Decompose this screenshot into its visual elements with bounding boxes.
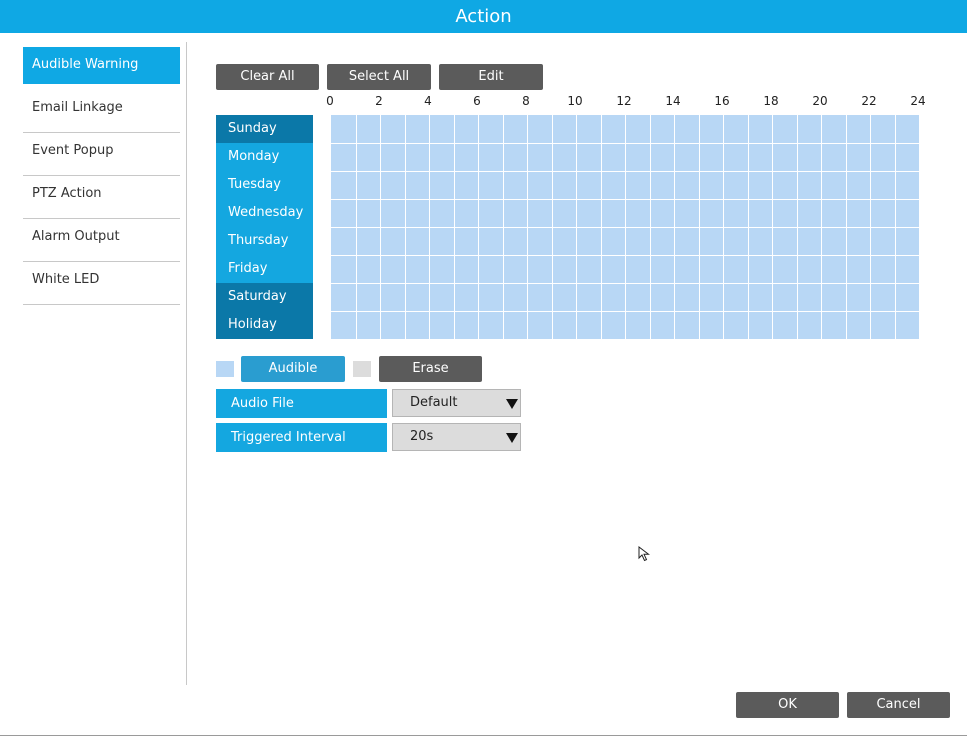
sidebar-divider [186,42,187,685]
day-friday[interactable]: Friday [216,255,313,283]
grid-row-line [331,311,919,312]
day-monday[interactable]: Monday [216,143,313,171]
grid-row-line [331,143,919,144]
sidebar-item-white-led[interactable]: White LED [23,262,180,305]
audio-file-label: Audio File [216,389,387,418]
hour-label: 22 [861,94,877,108]
window-title: Action [455,6,512,27]
day-wednesday[interactable]: Wednesday [216,199,313,227]
grid-row-line [331,171,919,172]
bottom-divider [0,735,967,736]
hour-label: 2 [375,94,383,108]
hour-label: 16 [714,94,730,108]
triggered-interval-label: Triggered Interval [216,423,387,452]
hour-label: 18 [763,94,779,108]
day-holiday[interactable]: Holiday [216,311,313,339]
sidebar-item-alarm-output[interactable]: Alarm Output [23,219,180,262]
cancel-button[interactable]: Cancel [847,692,950,718]
dropdown-arrow-icon [506,433,518,443]
grid-row-line [331,255,919,256]
sidebar-item-ptz-action[interactable]: PTZ Action [23,176,180,219]
sidebar: Audible Warning Email Linkage Event Popu… [23,47,180,305]
schedule-grid[interactable] [331,115,919,339]
audible-color-swatch [216,361,234,377]
audio-file-select[interactable]: Default [392,389,521,417]
grid-row-line [331,199,919,200]
hour-label: 12 [616,94,632,108]
sidebar-item-email-linkage[interactable]: Email Linkage [23,90,180,133]
erase-color-swatch [353,361,371,377]
hour-scale: 0 2 4 6 8 10 12 14 16 18 20 22 24 [326,94,930,110]
hour-label: 6 [473,94,481,108]
hour-label: 10 [567,94,583,108]
select-all-button[interactable]: Select All [327,64,431,90]
sidebar-item-event-popup[interactable]: Event Popup [23,133,180,176]
triggered-interval-select[interactable]: 20s [392,423,521,451]
day-thursday[interactable]: Thursday [216,227,313,255]
day-tuesday[interactable]: Tuesday [216,171,313,199]
sidebar-item-audible-warning[interactable]: Audible Warning [23,47,180,84]
hour-label: 14 [665,94,681,108]
dropdown-arrow-icon [506,399,518,409]
grid-row-line [331,283,919,284]
erase-button[interactable]: Erase [379,356,482,382]
day-sunday[interactable]: Sunday [216,115,313,143]
hour-label: 20 [812,94,828,108]
title-bar: Action [0,0,967,33]
edit-button[interactable]: Edit [439,64,543,90]
clear-all-button[interactable]: Clear All [216,64,319,90]
day-list: Sunday Monday Tuesday Wednesday Thursday… [216,115,313,339]
triggered-interval-value: 20s [410,429,434,444]
audible-button[interactable]: Audible [241,356,345,382]
hour-label: 8 [522,94,530,108]
mouse-cursor-icon [638,546,650,562]
day-saturday[interactable]: Saturday [216,283,313,311]
hour-label: 4 [424,94,432,108]
audio-file-value: Default [410,395,458,410]
hour-label: 24 [910,94,926,108]
grid-row-line [331,227,919,228]
ok-button[interactable]: OK [736,692,839,718]
hour-label: 0 [326,94,334,108]
